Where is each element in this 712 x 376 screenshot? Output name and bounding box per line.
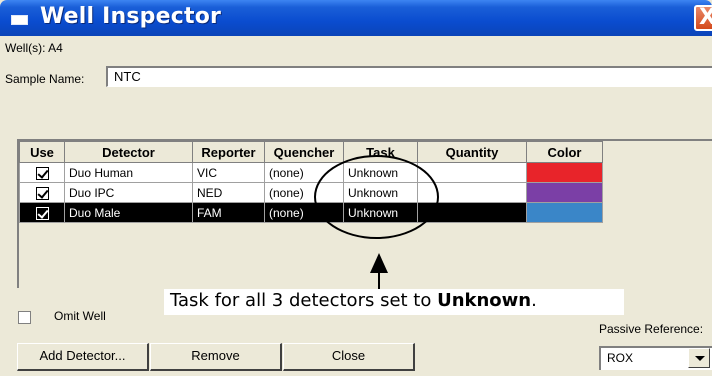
table-row[interactable]: Duo Male FAM (none) Unknown (19, 202, 603, 223)
table-row[interactable]: Duo IPC NED (none) Unknown (19, 182, 603, 203)
chevron-down-icon[interactable] (688, 348, 710, 368)
wells-label: Well(s): A4 (5, 41, 63, 55)
reporter-cell: NED (192, 182, 265, 203)
caption-bold: Unknown (437, 290, 532, 311)
window-icon (11, 15, 28, 25)
quantity-cell[interactable] (417, 182, 527, 203)
use-checkbox[interactable] (35, 186, 49, 200)
use-checkbox[interactable] (35, 166, 49, 180)
color-cell[interactable] (526, 162, 603, 183)
sample-name-input[interactable]: NTC (106, 66, 712, 87)
detector-cell: Duo Human (64, 162, 193, 183)
column-header-quencher[interactable]: Quencher (264, 141, 344, 163)
column-header-reporter[interactable]: Reporter (192, 141, 265, 163)
omit-well-label: Omit Well (54, 309, 106, 323)
detector-grid: Use Detector Reporter Quencher Task Quan… (17, 139, 712, 288)
column-header-detector[interactable]: Detector (64, 141, 193, 163)
use-cell[interactable] (19, 202, 65, 223)
color-swatch (527, 183, 602, 202)
task-cell[interactable]: Unknown (343, 162, 418, 183)
color-swatch (527, 203, 602, 222)
passive-reference-label: Passive Reference: (599, 322, 704, 336)
close-button[interactable]: Close (283, 343, 415, 371)
task-cell[interactable]: Unknown (343, 202, 418, 223)
close-icon: X (699, 5, 712, 30)
reporter-cell: VIC (192, 162, 265, 183)
task-cell[interactable]: Unknown (343, 182, 418, 203)
column-header-color[interactable]: Color (526, 141, 603, 163)
add-detector-button[interactable]: Add Detector... (17, 343, 149, 371)
title-bar: Well Inspector X (0, 0, 712, 36)
use-checkbox[interactable] (35, 206, 49, 220)
caption-prefix: Task for all 3 detectors set to (170, 290, 438, 311)
detector-cell: Duo IPC (64, 182, 193, 203)
use-cell[interactable] (19, 182, 65, 203)
detector-cell: Duo Male (64, 202, 193, 223)
well-inspector-window: Well Inspector X Well(s): A4 Sample Name… (0, 0, 712, 376)
color-cell[interactable] (526, 202, 603, 223)
window-title: Well Inspector (40, 4, 222, 29)
reporter-cell: FAM (192, 202, 265, 223)
close-window-button[interactable]: X (694, 5, 712, 31)
color-cell[interactable] (526, 182, 603, 203)
table-row[interactable]: Duo Human VIC (none) Unknown (19, 162, 603, 183)
color-swatch (527, 163, 602, 182)
quencher-cell: (none) (264, 162, 344, 183)
column-header-quantity[interactable]: Quantity (417, 141, 527, 163)
table-header-row: Use Detector Reporter Quencher Task Quan… (19, 141, 603, 163)
detector-table: Use Detector Reporter Quencher Task Quan… (19, 141, 603, 223)
use-cell[interactable] (19, 162, 65, 183)
annotation-caption: Task for all 3 detectors set to Unknown. (164, 289, 624, 315)
omit-well-checkbox[interactable] (18, 311, 31, 324)
column-header-task[interactable]: Task (343, 141, 418, 163)
remove-button[interactable]: Remove (150, 343, 282, 371)
sample-name-label: Sample Name: (5, 72, 85, 86)
quantity-cell[interactable] (417, 202, 527, 223)
column-header-use[interactable]: Use (19, 141, 65, 163)
quantity-cell[interactable] (417, 162, 527, 183)
quencher-cell: (none) (264, 202, 344, 223)
caption-suffix: . (531, 290, 537, 311)
quencher-cell: (none) (264, 182, 344, 203)
